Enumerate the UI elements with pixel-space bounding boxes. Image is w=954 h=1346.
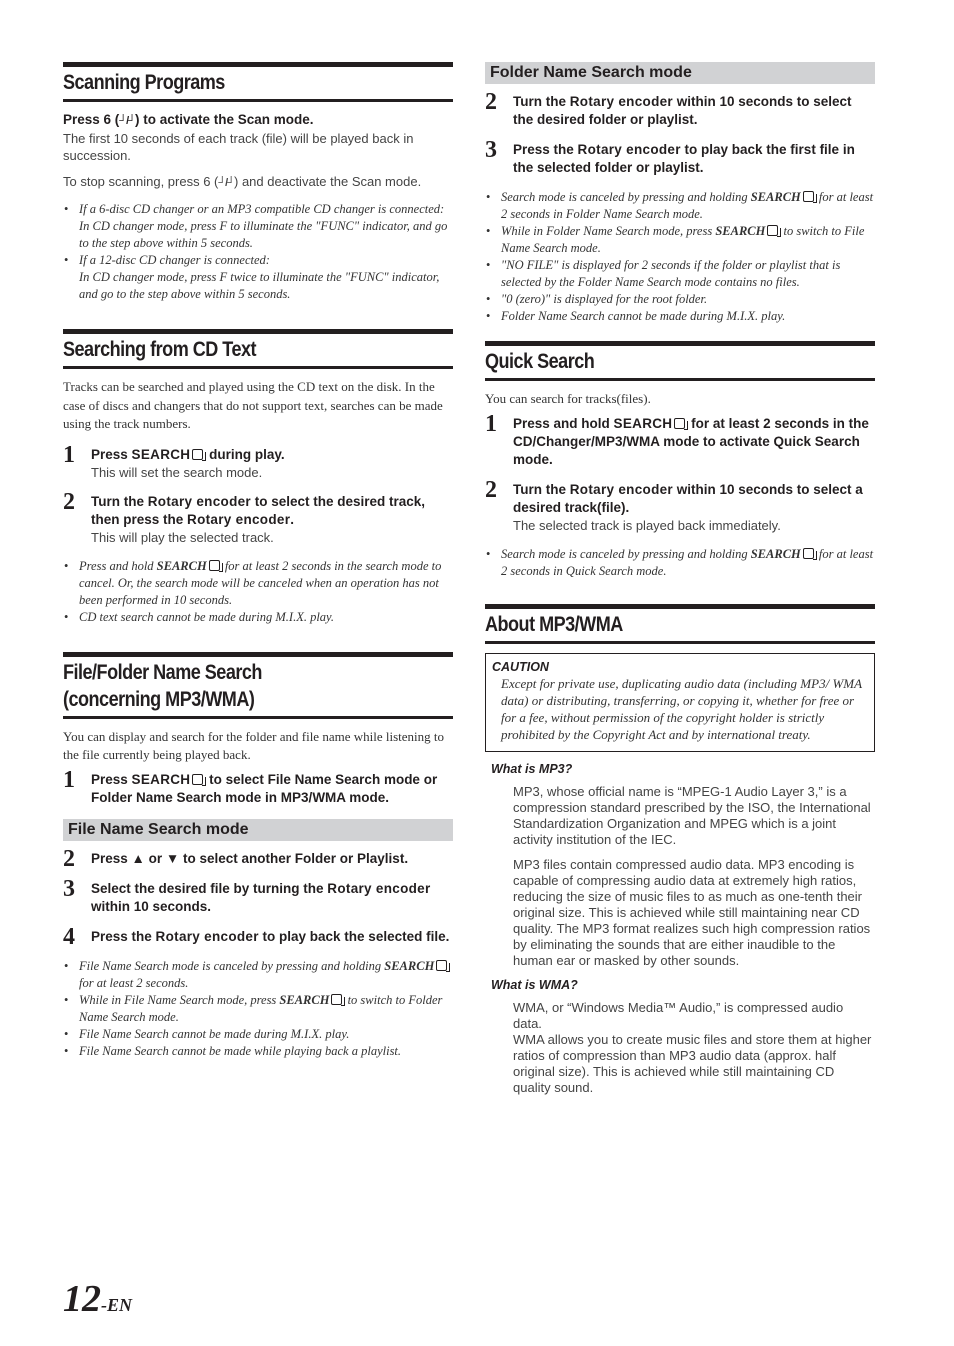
section-title: Scanning Programs bbox=[63, 71, 225, 94]
step-number: 1 bbox=[485, 410, 497, 437]
wma-paragraph-2: WMA allows you to create music files and… bbox=[513, 1031, 872, 1095]
section-title-line1: File/Folder Name Search bbox=[63, 660, 262, 684]
note-item: While in Folder Name Search mode, press … bbox=[485, 223, 875, 257]
search-button-icon bbox=[208, 559, 223, 572]
note-item: Search mode is canceled by pressing and … bbox=[485, 546, 875, 580]
section-header-cd-text: Searching from CD Text bbox=[63, 329, 453, 369]
step-4: 4 Press the Rotary encoder to play back … bbox=[63, 923, 450, 950]
quick-search-intro: You can search for tracks(files). bbox=[485, 391, 651, 406]
note-item: Search mode is canceled by pressing and … bbox=[485, 189, 875, 223]
quick-search-notes: Search mode is canceled by pressing and … bbox=[485, 546, 875, 580]
step-result: The selected track is played back immedi… bbox=[513, 517, 781, 533]
left-column: Scanning Programs Press 6 (┘/┘) to activ… bbox=[63, 62, 453, 1070]
note-item: File Name Search cannot be made while pl… bbox=[63, 1043, 453, 1060]
step-number: 3 bbox=[485, 137, 497, 163]
step-number: 2 bbox=[63, 488, 75, 515]
subheader-file-name-search: File Name Search mode bbox=[63, 818, 453, 841]
step-3: 3 Select the desired file by turning the… bbox=[63, 875, 431, 914]
wma-paragraph-1: WMA, or “Windows Media™ Audio,” is compr… bbox=[513, 999, 844, 1031]
step-3: 3 Press the Rotary encoder to play back … bbox=[485, 137, 855, 175]
step-number: 3 bbox=[63, 875, 75, 902]
mp3-paragraph-1: MP3, whose official name is “MPEG-1 Audi… bbox=[513, 783, 871, 847]
note-item: "NO FILE" is displayed for 2 seconds if … bbox=[485, 257, 875, 291]
search-button-icon bbox=[674, 417, 689, 430]
step-2: 2 Turn the Rotary encoder within 10 seco… bbox=[485, 477, 875, 534]
step-1: 1 Press SEARCH to select File Name Searc… bbox=[63, 766, 438, 805]
search-button-icon bbox=[192, 773, 207, 786]
section-title: About MP3/WMA bbox=[485, 612, 623, 636]
search-button-icon bbox=[331, 993, 346, 1006]
right-column: Folder Name Search mode 2 Turn the Rotar… bbox=[485, 62, 875, 1105]
step-number: 2 bbox=[485, 476, 497, 503]
note-item: "0 (zero)" is displayed for the root fol… bbox=[485, 291, 875, 308]
note-item: Press and hold SEARCH for at least 2 sec… bbox=[63, 558, 453, 609]
note-item: File Name Search mode is canceled by pre… bbox=[63, 958, 453, 992]
step-2: 2 Turn the Rotary encoder to select the … bbox=[63, 489, 453, 546]
step-1: 1 Press and hold SEARCH for at least 2 s… bbox=[485, 410, 869, 467]
folder-name-notes: Search mode is canceled by pressing and … bbox=[485, 189, 875, 325]
note-item: While in File Name Search mode, press SE… bbox=[63, 992, 453, 1026]
file-folder-intro: You can display and search for the folde… bbox=[63, 728, 444, 763]
section-header-quick-search: Quick Search bbox=[485, 341, 875, 381]
what-is-wma-heading: What is WMA? bbox=[491, 977, 578, 992]
search-button-icon bbox=[192, 448, 207, 461]
page-number: 12-EN bbox=[63, 1278, 132, 1320]
section-header-file-folder: File/Folder Name Search (concerning MP3/… bbox=[63, 651, 453, 719]
step-number: 4 bbox=[63, 923, 75, 950]
step-number: 2 bbox=[485, 89, 497, 115]
mp3-paragraph-2: MP3 files contain compressed audio data.… bbox=[513, 856, 871, 968]
note-item: File Name Search cannot be made during M… bbox=[63, 1026, 453, 1043]
scan-stop-text: To stop scanning, press 6 (┘/┘) and deac… bbox=[63, 174, 422, 189]
scan-icon: ┘/┘ bbox=[119, 115, 136, 127]
section-title-line2: (concerning MP3/WMA) bbox=[63, 687, 255, 711]
step-2: 2 Press ▲ or ▼ to select another Folder … bbox=[63, 845, 409, 872]
scan-lead: Press 6 (┘/┘) to activate the Scan mode. bbox=[63, 112, 314, 127]
scan-icon: ┘/┘ bbox=[218, 177, 235, 189]
step-number: 1 bbox=[63, 441, 75, 468]
cd-text-intro: Tracks can be searched and played using … bbox=[63, 379, 443, 431]
note-item: If a 12-disc CD changer is connected: bbox=[63, 252, 453, 269]
section-header-about-mp3-wma: About MP3/WMA bbox=[485, 603, 875, 644]
section-title: Quick Search bbox=[485, 350, 595, 373]
caution-text: Except for private use, duplicating audi… bbox=[501, 675, 862, 742]
what-is-mp3-heading: What is MP3? bbox=[491, 761, 573, 776]
note-item: In CD changer mode, press F twice to ill… bbox=[79, 270, 440, 301]
section-header-scanning: Scanning Programs bbox=[63, 62, 453, 102]
cd-text-notes: Press and hold SEARCH for at least 2 sec… bbox=[63, 558, 453, 626]
search-button-icon bbox=[802, 547, 817, 560]
page-suffix: -EN bbox=[101, 1295, 132, 1315]
search-button-icon bbox=[436, 959, 451, 972]
step-result: This will set the search mode. bbox=[91, 464, 263, 480]
caution-box: CAUTION Except for private use, duplicat… bbox=[485, 652, 875, 752]
step-1: 1 Press SEARCH during play. This will se… bbox=[63, 442, 453, 481]
note-item: CD text search cannot be made during M.I… bbox=[63, 609, 453, 626]
section-title: Searching from CD Text bbox=[63, 338, 257, 361]
note-item: If a 6-disc CD changer or an MP3 compati… bbox=[63, 201, 453, 218]
step-2: 2 Turn the Rotary encoder within 10 seco… bbox=[485, 89, 852, 127]
search-button-icon bbox=[802, 191, 817, 203]
step-number: 2 bbox=[63, 845, 75, 872]
step-result: This will play the selected track. bbox=[91, 529, 274, 545]
file-name-notes: File Name Search mode is canceled by pre… bbox=[63, 958, 453, 1060]
step-number: 1 bbox=[63, 766, 75, 793]
scan-notes: If a 6-disc CD changer or an MP3 compati… bbox=[63, 201, 453, 303]
note-item: Folder Name Search cannot be made during… bbox=[485, 308, 875, 325]
scan-description: The first 10 seconds of each track (file… bbox=[63, 131, 414, 163]
subheader-folder-name-search: Folder Name Search mode bbox=[485, 62, 875, 84]
note-item: In CD changer mode, press F to illuminat… bbox=[79, 219, 448, 250]
caution-title: CAUTION bbox=[492, 659, 549, 674]
search-button-icon bbox=[767, 225, 782, 237]
